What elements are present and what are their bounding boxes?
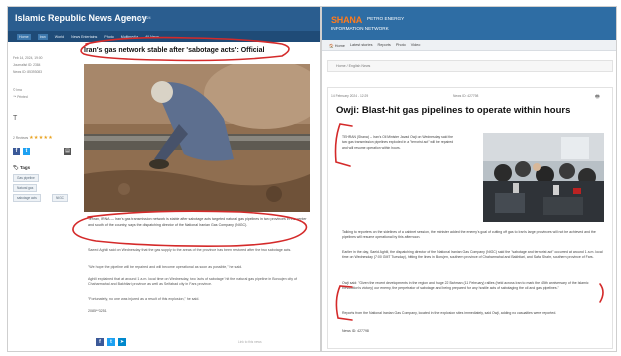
article-date: 14 February 2024 - 12:29 <box>331 94 369 98</box>
tag-item[interactable]: NIGC <box>52 194 68 202</box>
irna-sidebar: Feb 14, 2024, 19:00 Journalist ID: 2384 … <box>8 42 76 351</box>
meta-date: Feb 14, 2024, 19:00 <box>13 56 43 60</box>
nav-home[interactable]: 🏠 Home <box>329 43 345 48</box>
article-paragraph: Aghili explained that at around 1 a.m. l… <box>88 277 298 287</box>
shana-logo[interactable]: SHANA <box>331 15 362 25</box>
article-paragraph: News ID: 427798 <box>342 329 369 333</box>
shana-article-title: Owji: Blast-hit gas pipelines to operate… <box>336 105 571 116</box>
press-conference-photo <box>483 133 604 222</box>
article-paragraph: Earlier in the day, Saeid Aghili, the di… <box>342 250 603 260</box>
twitter-icon[interactable]: t <box>23 148 30 155</box>
shana-nav: 🏠 Home Latest stories Reports Photo Vide… <box>322 40 616 51</box>
article-lead: TEHRAN (Shana) -- Iran's Oil Minister Ja… <box>342 135 454 150</box>
tag-item[interactable]: Gas pipeline <box>13 174 39 182</box>
irna-nav: Home Iran World News Entertains Photo Mu… <box>8 31 320 42</box>
nav-reports[interactable]: Reports <box>378 43 391 47</box>
article-paragraph: Talking to reporters on the sidelines of… <box>342 230 596 240</box>
bottom-link-note[interactable]: Link to this news <box>238 340 262 344</box>
facebook-icon[interactable]: f <box>96 338 104 346</box>
telegram-icon[interactable]: ➤ <box>118 338 126 346</box>
nav-photo[interactable]: Photo <box>104 35 113 39</box>
irna-header-date: February 14, 2024 <box>122 16 151 20</box>
shana-brand-line2: INFORMATION NETWORK <box>331 26 389 31</box>
breadcrumb[interactable]: Home / English News <box>327 60 613 72</box>
tags-title: Tags <box>19 165 31 170</box>
photo-caption: Tehran, IRNA — Iran's gas transmission n… <box>88 217 307 227</box>
rating[interactable]: 2 Reviews ★★★★★ <box>13 135 53 141</box>
nav-multimedia[interactable]: Multimedia <box>121 35 138 39</box>
text-size-control[interactable]: T <box>13 115 17 122</box>
tag-item[interactable]: sabotage acts <box>13 194 41 202</box>
nav-world[interactable]: World <box>55 35 64 39</box>
pipeline-worker-photo <box>84 64 310 212</box>
meta-news-id: News ID: 85393083 <box>13 70 42 74</box>
shana-header: SHANA PETRO ENERGY INFORMATION NETWORK <box>322 7 616 40</box>
irna-header: Islamic Republic News Agency February 14… <box>8 7 320 31</box>
print-icon[interactable]: 🖶 <box>595 94 600 102</box>
article-news-id: News ID: 427798 <box>453 94 479 98</box>
article-paragraph: "Fortunately, no one was injured as a re… <box>88 297 200 301</box>
meta-copyright: © Ima <box>13 88 22 92</box>
nav-video[interactable]: Video <box>411 43 421 47</box>
print-link[interactable]: ™ Printed <box>13 95 28 99</box>
nav-latest[interactable]: Latest stories <box>350 43 373 47</box>
bottom-share-buttons: f t ➤ <box>96 338 126 346</box>
article-paragraph: "We hope the pipeline will be repaired a… <box>88 265 243 269</box>
rating-label: 2 Reviews <box>13 136 29 140</box>
meta-journalist: Journalist ID: 2384 <box>13 63 41 67</box>
article-paragraph: 2085**3251 <box>88 309 107 313</box>
shana-screenshot-panel: SHANA PETRO ENERGY INFORMATION NETWORK 🏠… <box>321 6 617 352</box>
irna-screenshot-panel: Islamic Republic News Agency February 14… <box>7 6 321 352</box>
tag-item[interactable]: Natural gas <box>13 184 38 192</box>
article-meta-row: 14 February 2024 - 12:29 News ID: 427798… <box>331 94 606 100</box>
nav-iran[interactable]: Iran <box>37 33 48 40</box>
nav-entertains[interactable]: News Entertains <box>71 35 97 39</box>
nav-all-news[interactable]: All News <box>145 35 159 39</box>
article-paragraph: Saeed Aghili said on Wednesday that the … <box>88 248 292 252</box>
star-rating-icon[interactable]: ★★★★★ <box>29 135 53 141</box>
nav-home[interactable]: Home <box>17 33 31 40</box>
share-extra: ▤ <box>64 148 71 155</box>
shana-brand-line1: PETRO ENERGY <box>367 16 405 21</box>
article-paragraph: Owji said: "Given the recent development… <box>342 281 589 291</box>
twitter-icon[interactable]: t <box>107 338 115 346</box>
facebook-icon[interactable]: f <box>13 148 20 155</box>
article-paragraph: Reports from the National Iranian Gas Co… <box>342 311 557 315</box>
nav-photo[interactable]: Photo <box>396 43 406 47</box>
irna-article-title: Iran's gas network stable after 'sabotag… <box>84 47 265 54</box>
tags-heading: 🏷 Tags <box>13 165 31 170</box>
share-buttons: f t <box>13 148 30 155</box>
print-icon[interactable]: ▤ <box>64 148 71 155</box>
